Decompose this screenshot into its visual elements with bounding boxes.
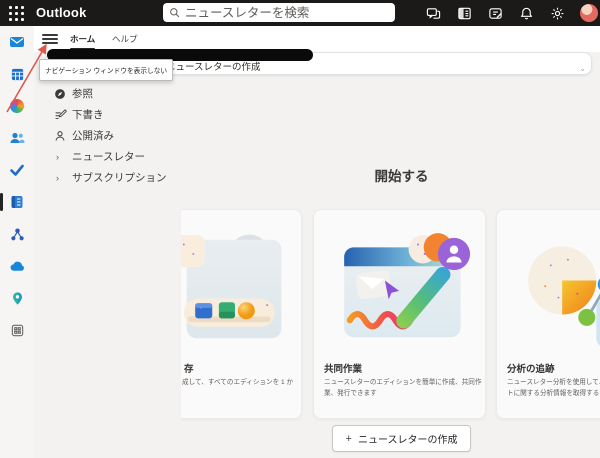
onedrive-cloud-icon[interactable]	[0, 250, 34, 282]
nav-item-label: サブスクリプション	[72, 170, 167, 185]
notes-icon[interactable]	[487, 5, 503, 21]
main-content: 開始する 存	[181, 75, 600, 458]
create-newsletter-button-label: ニュースレターの作成	[358, 431, 458, 446]
newsletter-nav-panel: 参照 下書き 公開済み › ニュースレター	[34, 83, 181, 188]
tab-home[interactable]: ホーム	[70, 33, 95, 45]
card-collaborate[interactable]: 共同作業 ニュースレターのエディションを簡単に作成、共同作 業、発行できます	[313, 209, 486, 419]
newsletter-journal-icon[interactable]	[0, 186, 34, 218]
nav-item-published[interactable]: 公開済み	[34, 125, 181, 146]
search-input[interactable]	[185, 6, 389, 20]
app-launcher-icon[interactable]	[8, 5, 25, 22]
topbar: Outlook	[0, 0, 600, 26]
card-title: 分析の追跡	[507, 361, 555, 375]
avatar[interactable]	[580, 4, 598, 22]
card-body: 成して、すべてのエディションを 1 か	[182, 378, 293, 389]
published-person-icon	[53, 129, 67, 143]
topbar-actions	[425, 0, 598, 26]
page-title: 開始する	[181, 165, 600, 185]
calendar-icon[interactable]	[0, 58, 34, 90]
bell-icon[interactable]	[518, 5, 534, 21]
nav-item-browse[interactable]: 参照	[34, 83, 181, 104]
nav-toggle-hamburger-icon[interactable]	[42, 32, 58, 46]
m365-icon[interactable]	[0, 90, 34, 122]
card-create-save[interactable]: 存 成して、すべてのエディションを 1 か	[181, 209, 302, 419]
card-body: ニュースレター分析を使用してユー トに関する分析情報を取得する	[507, 378, 600, 399]
chat-icon[interactable]	[425, 5, 441, 21]
app-rail	[0, 26, 34, 458]
apps-grid-icon[interactable]	[0, 314, 34, 346]
compass-icon	[53, 87, 67, 101]
places-pin-icon[interactable]	[0, 282, 34, 314]
collaborate-illustration	[314, 218, 486, 360]
chevron-right-icon: ›	[56, 173, 59, 183]
nav-item-label: 参照	[72, 86, 93, 101]
mail-icon[interactable]	[0, 26, 34, 58]
people-icon[interactable]	[0, 122, 34, 154]
search-icon	[169, 7, 180, 18]
office-app-icon[interactable]	[456, 5, 472, 21]
analytics-illustration	[497, 218, 600, 360]
create-save-illustration	[181, 218, 302, 360]
card-title: 共同作業	[324, 361, 362, 375]
outlook-newsletters-window: Outlook	[0, 0, 600, 458]
search-box[interactable]	[163, 3, 395, 22]
plus-icon: +	[346, 433, 352, 445]
nav-item-subscriptions[interactable]: › サブスクリプション	[34, 167, 181, 188]
card-track-analytics[interactable]: 分析の追跡 ニュースレター分析を使用してユー トに関する分析情報を取得する	[496, 209, 600, 419]
tab-help[interactable]: ヘルプ	[112, 33, 138, 45]
nav-item-label: 下書き	[72, 107, 104, 122]
todo-check-icon[interactable]	[0, 154, 34, 186]
nav-item-label: ニュースレター	[72, 149, 145, 164]
app-title[interactable]: Outlook	[36, 5, 87, 20]
nav-toggle-tooltip: ナビゲーション ウィンドウを表示しない	[39, 59, 173, 81]
card-body: ニュースレターのエディションを簡単に作成、共同作 業、発行できます	[324, 378, 477, 399]
nav-item-label: 公開済み	[72, 128, 114, 143]
nav-item-drafts[interactable]: 下書き	[34, 104, 181, 125]
gear-icon[interactable]	[549, 5, 565, 21]
create-newsletter-button[interactable]: + ニュースレターの作成	[332, 425, 472, 452]
draft-pencil-icon	[53, 108, 67, 122]
chevron-down-icon[interactable]: ⌄	[579, 65, 586, 73]
nav-item-newsletters[interactable]: › ニュースレター	[34, 146, 181, 167]
chevron-right-icon: ›	[56, 152, 59, 162]
banner-label: ニュースレターの作成	[166, 59, 261, 73]
org-chart-icon[interactable]	[0, 218, 34, 250]
card-title: 存	[184, 361, 194, 375]
